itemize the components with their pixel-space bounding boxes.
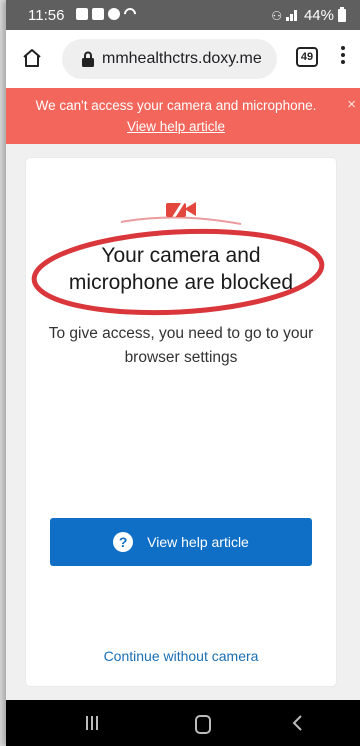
wifi-icon [121, 5, 139, 23]
status-bar: 11:56 ⚇ 44% [6, 0, 360, 30]
lock-icon [82, 51, 94, 67]
status-right: ⚇ 44% [271, 7, 346, 24]
phone-screen: 11:56 ⚇ 44% mmhealthctrs.doxy.me 49 We c… [6, 0, 360, 746]
home-nav-icon[interactable] [195, 715, 211, 734]
url-text: mmhealthctrs.doxy.me [102, 50, 262, 67]
battery-percent: 44% [303, 7, 334, 24]
title-line-1: Your camera and [101, 244, 261, 267]
title-line-2: microphone are blocked [68, 271, 294, 294]
recents-icon[interactable] [86, 716, 98, 730]
gallery-icon [76, 8, 88, 20]
message-icon [92, 8, 104, 20]
blocked-title: Your camera and microphone are blocked [36, 242, 326, 296]
signal-icon [285, 10, 300, 21]
address-bar[interactable]: mmhealthctrs.doxy.me [62, 39, 277, 79]
alert-message: We can't access your camera and micropho… [35, 98, 317, 113]
status-notification-icons [76, 5, 139, 23]
continue-without-camera-link[interactable]: Continue without camera [26, 648, 336, 664]
android-nav-bar [6, 700, 360, 746]
browser-toolbar: mmhealthctrs.doxy.me 49 [6, 30, 360, 88]
chrome-icon [108, 8, 120, 20]
blocked-description: To give access, you need to go to your b… [48, 325, 314, 366]
blocked-card: Your camera and microphone are blocked T… [26, 158, 336, 686]
alert-banner: We can't access your camera and micropho… [6, 88, 360, 144]
help-button-label: View help article [147, 534, 249, 550]
battery-icon [338, 7, 346, 22]
alert-help-link[interactable]: View help article [6, 119, 346, 134]
help-icon: ? [113, 532, 134, 552]
tab-switcher-button[interactable]: 49 [296, 47, 318, 67]
home-icon[interactable] [22, 48, 42, 68]
close-icon[interactable]: × [347, 96, 356, 113]
menu-icon[interactable] [341, 46, 345, 66]
back-icon[interactable] [292, 715, 302, 731]
view-help-article-button[interactable]: ? View help article [50, 518, 312, 566]
status-time: 11:56 [28, 7, 65, 24]
nfc-icon: ⚇ [271, 8, 282, 23]
